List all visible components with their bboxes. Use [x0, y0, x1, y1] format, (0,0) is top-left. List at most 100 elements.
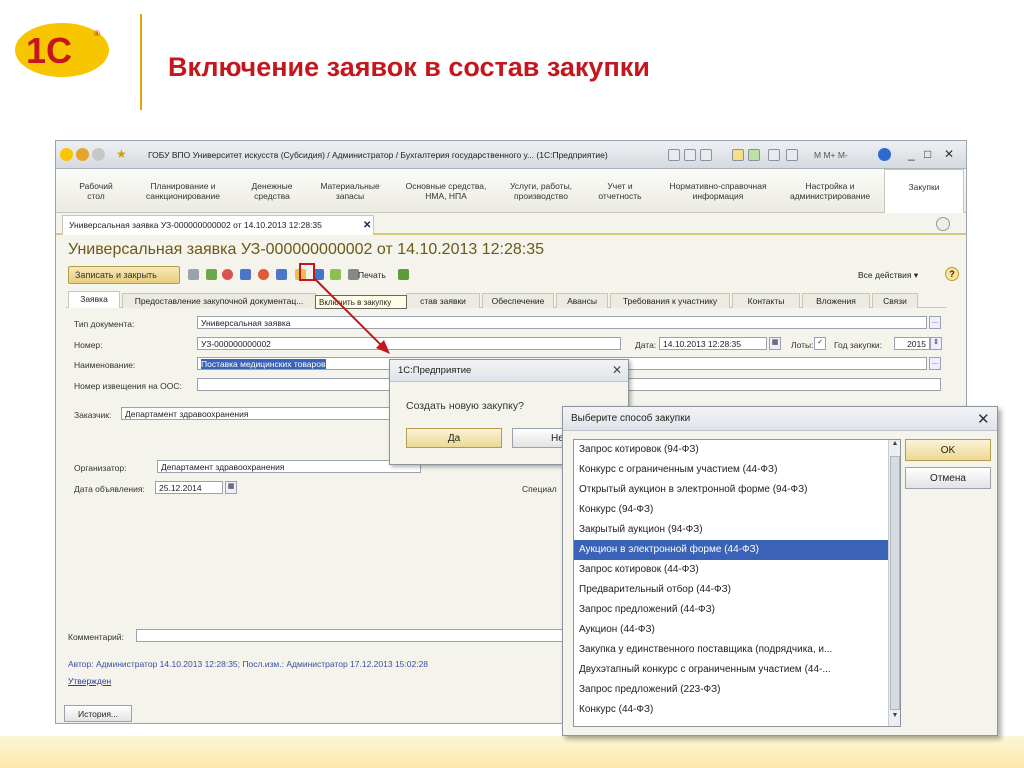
section-panel: Рабочий стол Планирование и санкциониров… — [56, 169, 966, 213]
print-icon[interactable] — [684, 149, 696, 161]
list-item[interactable]: Запрос предложений (223-ФЗ) — [574, 680, 888, 700]
history-button[interactable]: История... — [64, 705, 132, 722]
list-item[interactable]: Аукцион (44-ФЗ) — [574, 620, 888, 640]
document-heading: Универсальная заявка УЗ-000000000002 от … — [68, 241, 544, 258]
scroll-up-arrow[interactable]: ▲ — [889, 440, 900, 454]
section-reference[interactable]: Нормативно-справочная информация — [658, 181, 778, 201]
list-item[interactable]: Закрытый аукцион (94-ФЗ) — [574, 520, 888, 540]
memory-buttons[interactable]: M M+ M- — [814, 150, 848, 160]
structure-icon[interactable] — [276, 269, 287, 280]
section-inventory[interactable]: Материальные запасы — [314, 181, 386, 201]
close-icon[interactable]: ✕ — [944, 147, 954, 161]
section-planning[interactable]: Планирование и санкционирование — [138, 181, 228, 201]
calendar-icon[interactable]: ▦ — [769, 337, 781, 350]
list-item[interactable]: Запрос предложений (44-ФЗ) — [574, 600, 888, 620]
purchase-method-dialog-title: Выберите способ закупки — [563, 407, 997, 431]
document-tab-label: Универсальная заявка УЗ-000000000002 от … — [69, 220, 322, 230]
notice-number-label: Номер извещения на ООС: — [74, 381, 182, 391]
list-item[interactable]: Аукцион в электронной форме (44-ФЗ) — [574, 540, 888, 560]
tab-composition[interactable]: став заявки — [406, 293, 480, 308]
date-field[interactable]: 14.10.2013 12:28:35 — [659, 337, 767, 350]
number-field[interactable]: УЗ-000000000002 — [197, 337, 621, 350]
doc-type-label: Тип документа: — [74, 319, 135, 329]
section-fixed-assets[interactable]: Основные средства, НМА, НПА — [396, 181, 496, 201]
section-cash[interactable]: Денежные средства — [244, 181, 300, 201]
tab-contacts[interactable]: Контакты — [732, 293, 800, 308]
1c-logo: 1C ® — [15, 23, 109, 77]
tab-links[interactable]: Связи — [872, 293, 918, 308]
all-actions-menu[interactable]: Все действия ▾ — [858, 270, 918, 281]
calculator-icon[interactable] — [786, 149, 798, 161]
save-icon[interactable] — [188, 269, 199, 280]
scroll-thumb[interactable] — [890, 456, 900, 710]
section-procurement[interactable]: Закупки — [884, 169, 964, 213]
tab-procurement-docs[interactable]: Предоставление закупочной документац... — [122, 293, 316, 308]
list-item[interactable]: Двухэтапный конкурс с ограниченным участ… — [574, 660, 888, 680]
menu-icon[interactable] — [76, 148, 89, 161]
minimize-icon[interactable]: _ — [908, 147, 915, 161]
delete-icon[interactable] — [258, 269, 269, 280]
maximize-icon[interactable]: □ — [924, 147, 931, 161]
year-spinner[interactable]: ⇕ — [930, 337, 942, 350]
yes-button[interactable]: Да — [406, 428, 502, 448]
section-settings[interactable]: Настройка и администрирование — [784, 181, 876, 201]
section-desktop[interactable]: Рабочий стол — [74, 181, 118, 201]
record-icon[interactable] — [222, 269, 233, 280]
ok-button[interactable]: OK — [905, 439, 991, 461]
tab-security[interactable]: Обеспечение — [482, 293, 554, 308]
forward-icon[interactable] — [92, 148, 105, 161]
close-tab-icon[interactable]: ✕ — [363, 220, 371, 231]
tab-requirements[interactable]: Требования к участнику — [610, 293, 730, 308]
list-item[interactable]: Закупка у единственного поставщика (подр… — [574, 640, 888, 660]
list-item[interactable]: Открытый аукцион в электронной форме (94… — [574, 480, 888, 500]
list-item[interactable]: Запрос котировок (44-ФЗ) — [574, 560, 888, 580]
app-logo-icon[interactable] — [60, 148, 73, 161]
tab-attachments[interactable]: Вложения — [802, 293, 870, 308]
document-toolbar: Записать и закрыть Печать Все действия ▾… — [68, 266, 959, 286]
table-icon[interactable] — [768, 149, 780, 161]
announce-date-field[interactable]: 25.12.2014 — [155, 481, 223, 494]
save-and-close-button[interactable]: Записать и закрыть — [68, 266, 180, 284]
list-item[interactable]: Конкурс с ограниченным участием (44-ФЗ) — [574, 460, 888, 480]
approved-status-link[interactable]: Утвержден — [68, 676, 111, 686]
preview-icon[interactable] — [700, 149, 712, 161]
info-icon[interactable] — [878, 148, 891, 161]
panel-toggle-icon[interactable] — [936, 217, 950, 231]
tab-request[interactable]: Заявка — [68, 291, 120, 308]
purchase-method-list[interactable]: Запрос котировок (94-ФЗ) Конкурс с огран… — [573, 439, 901, 727]
year-field[interactable]: 2015 — [894, 337, 930, 350]
close-icon[interactable]: ✕ — [612, 363, 622, 377]
confirm-question: Создать новую закупку? — [406, 400, 524, 412]
move-icon[interactable] — [240, 269, 251, 280]
section-accounting[interactable]: Учет и отчетность — [590, 181, 650, 201]
select-button[interactable]: … — [929, 357, 941, 370]
section-services[interactable]: Услуги, работы, производство — [502, 181, 580, 201]
help-icon[interactable]: ? — [945, 267, 959, 281]
post-icon[interactable] — [206, 269, 217, 280]
document-tab[interactable]: Универсальная заявка УЗ-000000000002 от … — [62, 215, 374, 235]
name-label: Наименование: — [74, 360, 136, 370]
favorites-icon[interactable] — [732, 149, 744, 161]
organizer-label: Организатор: — [74, 463, 127, 473]
list-item[interactable]: Конкурс (44-ФЗ) — [574, 700, 888, 720]
close-icon[interactable]: ✕ — [977, 410, 990, 428]
organizer-field[interactable]: Департамент здравоохранения — [157, 460, 421, 473]
scroll-down-arrow[interactable]: ▼ — [889, 712, 900, 726]
list-scrollbar[interactable]: ▲ ▼ — [888, 440, 900, 726]
history-icon[interactable] — [748, 149, 760, 161]
tab-advances[interactable]: Авансы — [556, 293, 608, 308]
list-item[interactable]: Запрос котировок (94-ФЗ) — [574, 440, 888, 460]
cancel-button[interactable]: Отмена — [905, 467, 991, 489]
calendar-icon[interactable]: ▦ — [225, 481, 237, 494]
slide-divider — [140, 14, 142, 110]
year-label: Год закупки: — [834, 340, 883, 350]
list-item[interactable]: Предварительный отбор (44-ФЗ) — [574, 580, 888, 600]
select-button[interactable]: … — [929, 316, 941, 329]
lots-checkbox[interactable]: ✓ — [814, 337, 826, 350]
confirm-dialog-title: 1С:Предприятие — [390, 360, 628, 382]
save-icon[interactable] — [668, 149, 680, 161]
list-item[interactable]: Конкурс (94-ФЗ) — [574, 500, 888, 520]
star-icon[interactable]: ★ — [116, 147, 127, 161]
customer-label: Заказчик: — [74, 410, 112, 420]
customer-field[interactable]: Департамент здравоохранения — [121, 407, 421, 420]
